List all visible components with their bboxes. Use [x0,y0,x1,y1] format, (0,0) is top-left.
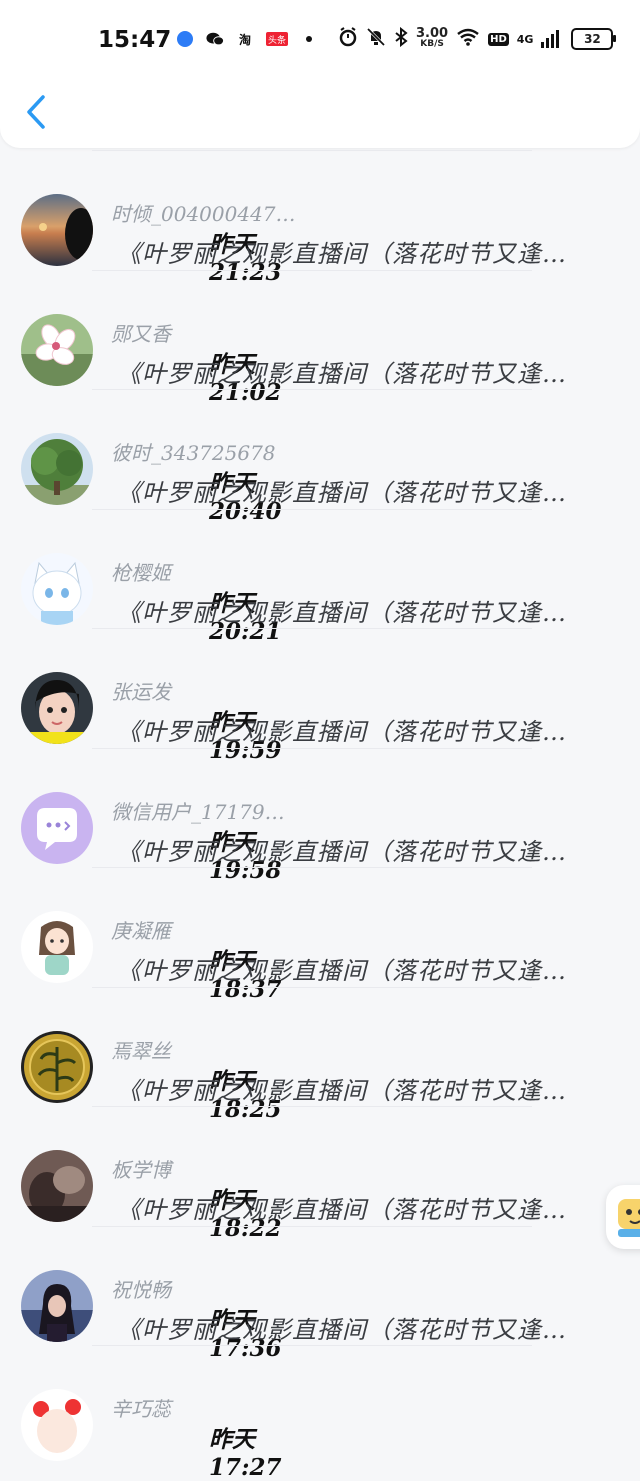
toutiao-icon: 头条 [266,32,288,46]
sender-name: 郧又香 [111,321,171,346]
message-meta: 祝悦畅 昨天 17:36 [111,1274,282,1362]
avatar[interactable] [21,433,93,505]
notification-icons: 淘 头条 [176,30,312,48]
message-item[interactable]: 板学博 昨天 18:22 《叶罗丽之观影直播间（落花时节又逢… [0,1106,640,1242]
sender-name: 焉翠丝 [111,1038,171,1063]
bluetooth-icon [394,26,408,51]
message-meta: 张运发 昨天 19:59 [111,676,282,764]
more-notifications-dot [306,36,312,42]
alarm-icon [338,27,358,51]
message-preview: 《叶罗丽之观影直播间（落花时节又逢… [117,359,567,388]
sender-name: 板学博 [111,1158,171,1182]
chevron-left-icon [27,95,45,129]
message-item[interactable]: 辛巧蕊昨天 17:27 [0,1345,640,1481]
app-bubble-icon [176,30,194,48]
battery-level: 32 [584,32,601,46]
divider [92,747,532,749]
avatar[interactable] [21,911,93,983]
divider [92,1345,532,1346]
message-preview: 《叶罗丽之观影直播间（落花时节又逢… [117,598,567,627]
sender-name: 祝悦畅 [111,1277,171,1302]
message-meta: 微信用户_17179… 昨天 19:58 [111,796,285,884]
message-meta: 庚凝雁 昨天 18:37 [111,915,282,1003]
message-item[interactable]: 郧又香 昨天 21:02 《叶罗丽之观影直播间（落花时节又逢… [0,269,640,406]
divider [92,269,532,271]
avatar[interactable] [21,1150,93,1222]
message-item[interactable]: 枪樱姬 昨天 20:21 《叶罗丽之观影直播间（落花时节又逢… [0,508,640,645]
message-meta: 枪樱姬 昨天 20:21 [111,557,282,645]
sender-name: 辛巧蕊 [111,1397,171,1421]
sender-name: 枪樱姬 [111,560,171,585]
message-item[interactable]: 时倾_004000447… 昨天 21:23 《叶罗丽之观影直播间（落花时节又逢… [0,150,640,286]
divider [92,628,532,629]
message-item[interactable]: 彼时_343725678 昨天 20:40 《叶罗丽之观影直播间（落花时节又逢… [0,389,640,525]
message-list: 时倾_004000447… 昨天 21:23 《叶罗丽之观影直播间（落花时节又逢… 郧… [0,150,640,1481]
wechat-icon [206,30,224,48]
message-meta: 辛巧蕊昨天 17:27 [111,1393,282,1481]
message-preview: 《叶罗丽之观影直播间（落花时节又逢… [117,1196,567,1224]
status-time: 15:47 [98,27,172,53]
message-item[interactable]: 庚凝雁 昨天 18:37 《叶罗丽之观影直播间（落花时节又逢… [0,867,640,1003]
system-icons: 3.00 KB/S HD 4G 32 [338,26,617,51]
avatar[interactable] [21,1030,93,1103]
sender-name: 张运发 [111,680,171,704]
message-preview: 《叶罗丽之观影直播间（落花时节又逢… [117,1076,567,1105]
back-button[interactable] [20,92,52,132]
message-item[interactable]: 微信用户_17179… 昨天 19:58 《叶罗丽之观影直播间（落花时节又逢… [0,747,640,884]
divider [92,867,532,868]
mute-bell-icon [366,27,386,51]
divider [92,986,532,988]
taobao-icon: 淘 [238,32,251,47]
message-preview: 《叶罗丽之观影直播间（落花时节又逢… [117,479,567,507]
status-bar: 15:47 淘 头条 3.00 KB/S HD 4G 32 [0,0,640,74]
message-meta: 郧又香 昨天 21:02 [111,318,282,406]
hd-badge: HD [488,32,509,46]
avatar[interactable] [21,552,93,625]
message-meta: 时倾_004000447… 昨天 21:23 [111,198,296,286]
divider [92,150,532,151]
mascot-icon [618,1199,640,1237]
sender-name: 彼时_343725678 [111,441,276,465]
message-preview: 《叶罗丽之观影直播间（落花时节又逢… [117,718,567,746]
divider [92,389,532,390]
message-item[interactable]: 焉翠丝 昨天 18:25 《叶罗丽之观影直播间（落花时节又逢… [0,986,640,1123]
floating-assistant-button[interactable] [606,1185,640,1249]
message-preview: 《叶罗丽之观影直播间（落花时节又逢… [117,240,567,268]
message-preview: 《叶罗丽之观影直播间（落花时节又逢… [117,837,567,866]
sender-name: 微信用户_17179… [111,799,285,824]
avatar[interactable] [21,1269,93,1342]
sender-name: 时倾_004000447… [111,202,296,226]
network-type: 4G [516,32,534,46]
network-speed: 3.00 KB/S [416,26,449,49]
divider [92,1106,532,1107]
message-preview: 《叶罗丽之观影直播间（落花时节又逢… [117,1315,567,1344]
signal-icon [541,30,560,48]
avatar[interactable] [21,672,93,744]
wifi-icon [456,28,480,50]
message-meta: 彼时_343725678 昨天 20:40 [111,437,282,525]
message-item[interactable]: 张运发 昨天 19:59 《叶罗丽之观影直播间（落花时节又逢… [0,628,640,764]
message-preview: 《叶罗丽之观影直播间（落花时节又逢… [117,957,567,985]
message-time: 昨天 17:27 [209,1426,282,1481]
avatar[interactable] [21,194,93,266]
message-meta: 焉翠丝 昨天 18:25 [111,1035,282,1123]
speed-value: 3.00 [416,26,449,41]
speed-unit: KB/S [420,39,444,49]
message-item[interactable]: 祝悦畅 昨天 17:36 《叶罗丽之观影直播间（落花时节又逢… [0,1225,640,1362]
divider [92,508,532,510]
avatar[interactable] [21,1389,93,1461]
divider [92,1225,532,1227]
avatar[interactable] [21,791,93,864]
message-meta: 板学博 昨天 18:22 [111,1154,282,1242]
battery-icon: 32 [571,28,617,50]
sender-name: 庚凝雁 [111,919,171,943]
avatar[interactable] [21,313,93,386]
